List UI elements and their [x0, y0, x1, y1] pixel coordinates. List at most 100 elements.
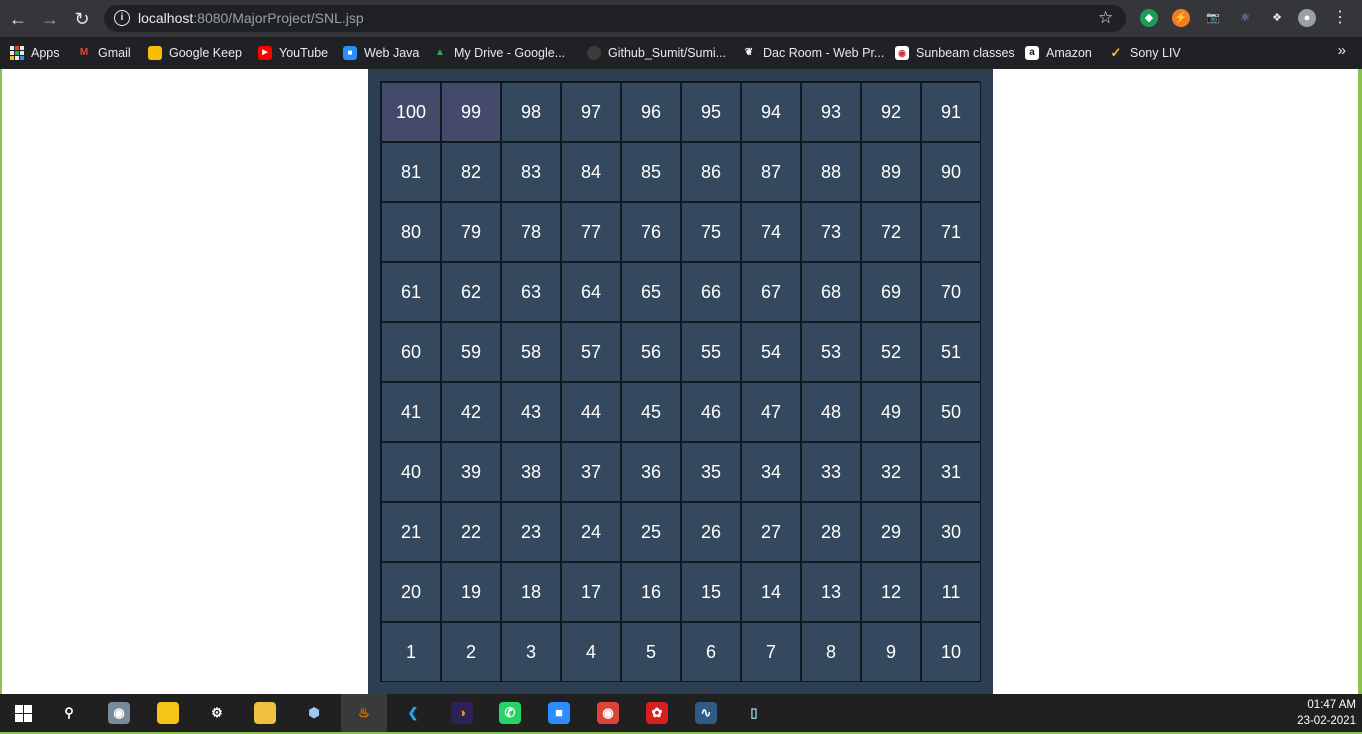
board-cell: 66	[681, 262, 741, 322]
profile-avatar-icon[interactable]: ●	[1298, 9, 1316, 27]
board-cell: 17	[561, 562, 621, 622]
board-cell: 82	[441, 142, 501, 202]
reload-icon[interactable]: ↻	[69, 6, 95, 32]
board-cell: 86	[681, 142, 741, 202]
board-cell: 63	[501, 262, 561, 322]
board-cell: 21	[381, 502, 441, 562]
board-cell: 42	[441, 382, 501, 442]
board-cell: 46	[681, 382, 741, 442]
bookmark-google-keep[interactable]: Google Keep	[148, 43, 242, 63]
board-cell: 84	[561, 142, 621, 202]
taskbar-item[interactable]: ◉	[96, 694, 142, 732]
bookmark-sony-liv[interactable]: ✓ Sony LIV	[1109, 43, 1181, 63]
bookmark-label: Amazon	[1046, 46, 1092, 60]
zoom-icon: ■	[343, 46, 357, 60]
board-cell: 38	[501, 442, 561, 502]
browser-toolbar: ← → ↻ i localhost:8080/MajorProject/SNL.…	[0, 0, 1362, 37]
board-cell: 90	[921, 142, 981, 202]
bookmark-my-drive[interactable]: ▲ My Drive - Google...	[433, 43, 565, 63]
bookmark-gmail[interactable]: M Gmail	[77, 43, 131, 63]
taskbar-item[interactable]: ♨	[341, 694, 387, 732]
board-cell: 12	[861, 562, 921, 622]
start-icon	[14, 704, 32, 722]
sticky-notes-icon	[157, 702, 179, 724]
board-cell: 7	[741, 622, 801, 682]
board-cell: 9	[861, 622, 921, 682]
bookmark-label: Sony LIV	[1130, 46, 1181, 60]
bookmark-web-java[interactable]: ■ Web Java	[343, 43, 419, 63]
board-cell: 100	[381, 82, 441, 142]
board-cell: 61	[381, 262, 441, 322]
taskbar-item[interactable]	[242, 694, 288, 732]
bookmark-youtube[interactable]: ▶ YouTube	[258, 43, 328, 63]
taskbar-item[interactable]: ⚲	[46, 694, 92, 732]
page-content: 100 99 98 97 96 95 94 93 92 91 81 82 83 84 85 86 87 88 89 9…	[2, 69, 1358, 694]
board-cell: 20	[381, 562, 441, 622]
menu-dots-icon[interactable]: ⋮	[1331, 9, 1349, 27]
board-cell: 15	[681, 562, 741, 622]
drive-icon: ▲	[435, 47, 445, 58]
bookmark-github[interactable]: Github_Sumit/Sumi...	[587, 43, 726, 63]
board-cell: 95	[681, 82, 741, 142]
taskbar-item[interactable]	[0, 694, 46, 732]
board-cell: 92	[861, 82, 921, 142]
camera-icon: ◉	[108, 702, 130, 724]
bookmark-sunbeam[interactable]: ◉ Sunbeam classes	[895, 43, 1015, 63]
arrow-left-icon[interactable]: ←	[5, 6, 31, 32]
camera-extension-icon[interactable]: 📷	[1204, 9, 1222, 27]
eclipse-icon: ◑	[451, 702, 473, 724]
extension-bolt-icon[interactable]: ⚡	[1172, 9, 1190, 27]
bookmark-apps[interactable]: Apps	[10, 43, 60, 63]
box-icon: ⬢	[308, 705, 320, 720]
board-cell: 71	[921, 202, 981, 262]
youtube-icon: ▶	[258, 46, 272, 60]
bookmark-star-icon[interactable]: ☆	[1098, 8, 1113, 28]
board-cell: 28	[801, 502, 861, 562]
board-cell: 72	[861, 202, 921, 262]
taskbar-item[interactable]: ▯	[731, 694, 777, 732]
bookmark-dac-room[interactable]: ❦ Dac Room - Web Pr...	[742, 43, 885, 63]
board-cell: 52	[861, 322, 921, 382]
board-cell: 69	[861, 262, 921, 322]
board-cell: 60	[381, 322, 441, 382]
board-cell: 31	[921, 442, 981, 502]
snakes-and-ladders-board: 100 99 98 97 96 95 94 93 92 91 81 82 83 84 85 86 87 88 89 9…	[380, 81, 981, 682]
puzzle-extensions-icon[interactable]: ❖	[1268, 9, 1286, 27]
board-cell: 83	[501, 142, 561, 202]
extension-green-icon[interactable]: ◆	[1140, 9, 1158, 27]
bookmarks-overflow-icon[interactable]: »	[1338, 42, 1346, 59]
board-cell: 43	[501, 382, 561, 442]
board-cell: 39	[441, 442, 501, 502]
address-bar[interactable]: i localhost:8080/MajorProject/SNL.jsp ☆	[104, 5, 1126, 32]
board-cell: 55	[681, 322, 741, 382]
info-icon[interactable]: i	[114, 10, 130, 26]
board-cell: 3	[501, 622, 561, 682]
board-cell: 58	[501, 322, 561, 382]
system-clock[interactable]: 01:47 AM 23-02-2021	[1297, 697, 1356, 729]
mysql-workbench-icon: ∿	[695, 702, 717, 724]
taskbar-item[interactable]: ⚙	[194, 694, 240, 732]
bookmark-amazon[interactable]: a Amazon	[1025, 43, 1092, 63]
board-cell: 62	[441, 262, 501, 322]
clock-time: 01:47 AM	[1307, 699, 1356, 711]
taskbar-item[interactable]: ✿	[634, 694, 680, 732]
board-frame: 100 99 98 97 96 95 94 93 92 91 81 82 83 84 85 86 87 88 89 9…	[368, 69, 993, 694]
react-extension-icon[interactable]: ⚛	[1236, 9, 1254, 27]
arrow-right-icon[interactable]: →	[37, 6, 63, 32]
taskbar-item[interactable]: ✆	[487, 694, 533, 732]
taskbar-item[interactable]: ∿	[683, 694, 729, 732]
taskbar-item[interactable]: ⬢	[291, 694, 337, 732]
taskbar-item[interactable]: ◑	[439, 694, 485, 732]
board-cell: 19	[441, 562, 501, 622]
taskbar-item[interactable]: ❮	[390, 694, 436, 732]
board-cell: 49	[861, 382, 921, 442]
browser-chrome: ← → ↻ i localhost:8080/MajorProject/SNL.…	[0, 0, 1362, 69]
board-cell: 35	[681, 442, 741, 502]
taskbar-item[interactable]: ■	[536, 694, 582, 732]
board-cell: 22	[441, 502, 501, 562]
board-cell: 79	[441, 202, 501, 262]
taskbar-item[interactable]	[145, 694, 191, 732]
windows-taskbar: 01:47 AM 23-02-2021 ⚲ ◉ ⚙ ⬢ ♨ ❮ ◑ ✆ ■ ◉ ✿ ∿ ▯	[0, 694, 1362, 732]
taskbar-item[interactable]: ◉	[585, 694, 631, 732]
board-cell: 14	[741, 562, 801, 622]
